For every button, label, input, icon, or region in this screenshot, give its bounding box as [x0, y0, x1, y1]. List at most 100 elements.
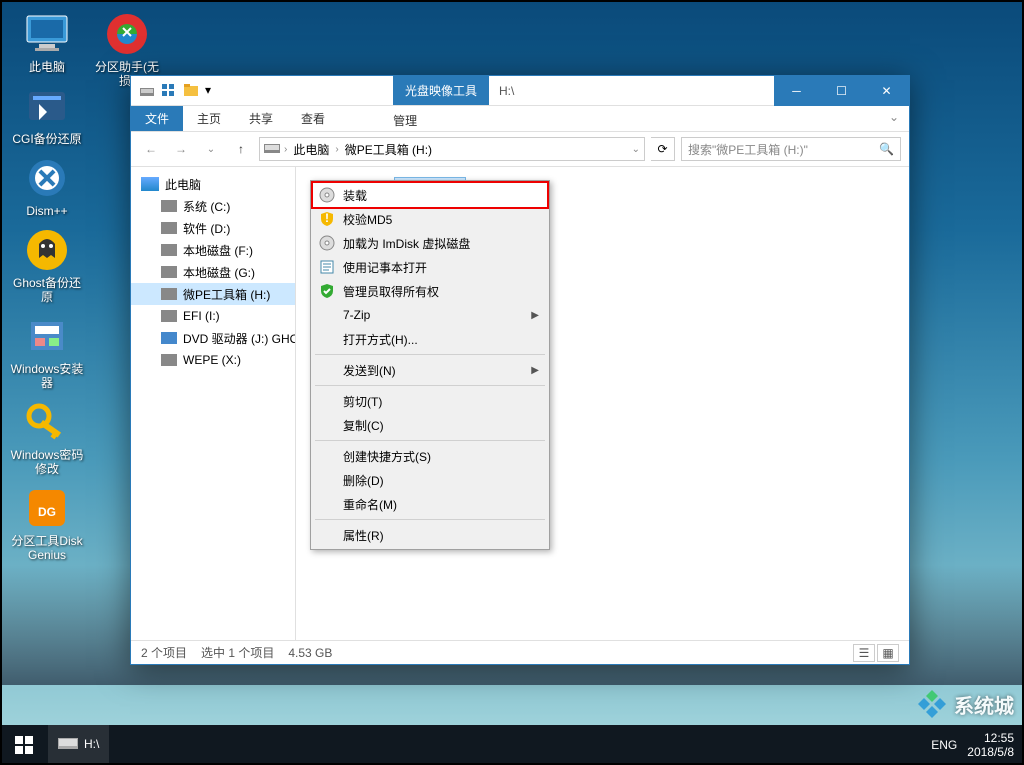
system-tray: ENG 12:55 2018/5/8 [921, 725, 1024, 765]
qat-dropdown-icon[interactable]: ▾ [205, 83, 215, 99]
breadcrumb-current[interactable]: 微PE工具箱 (H:) [343, 141, 434, 158]
ctx-separator [315, 354, 545, 355]
tree-label: 此电脑 [165, 176, 201, 193]
ctx-label: 打开方式(H)... [343, 331, 418, 348]
ctx-separator [315, 385, 545, 386]
maximize-button[interactable]: ☐ [819, 76, 864, 106]
folder-qat-icon[interactable] [183, 83, 199, 99]
desktop-icons: 此电脑 CGI备份还原 Dism++ Ghost备份还原 Windows安装器 … [10, 10, 90, 570]
taskbar: H:\ ENG 12:55 2018/5/8 [0, 725, 1024, 765]
ctx-cut[interactable]: 剪切(T) [313, 389, 547, 413]
svg-text:DG: DG [38, 505, 56, 519]
chevron-icon[interactable]: › [335, 144, 338, 155]
search-input[interactable]: 搜索"微PE工具箱 (H:)" 🔍 [681, 137, 901, 161]
desktop-icon-dism[interactable]: Dism++ [10, 154, 84, 218]
ribbon-home[interactable]: 主页 [183, 106, 235, 131]
search-icon: 🔍 [879, 142, 894, 156]
taskbar-app[interactable]: H:\ [48, 725, 109, 765]
tree-label: 软件 (D:) [183, 220, 230, 237]
ctx-mount[interactable]: 装载 [313, 183, 547, 207]
desktop-icon-password[interactable]: Windows密码修改 [10, 398, 84, 476]
breadcrumb-root[interactable]: 此电脑 [291, 141, 331, 158]
up-button[interactable]: ↑ [229, 137, 253, 161]
watermark-text: 系统城 [954, 690, 1014, 719]
pin-icon[interactable] [161, 83, 177, 99]
search-placeholder: 搜索"微PE工具箱 (H:)" [688, 141, 808, 158]
ctx-md5[interactable]: ! 校验MD5 [313, 207, 547, 231]
desktop-icon-wininstaller[interactable]: Windows安装器 [10, 312, 84, 390]
desktop-icon-ghost[interactable]: Ghost备份还原 [10, 226, 84, 304]
tree-drive-c[interactable]: 系统 (C:) [131, 195, 295, 217]
clock-date: 2018/5/8 [967, 745, 1014, 759]
context-menu: 装载 ! 校验MD5 加载为 ImDisk 虚拟磁盘 使用记事本打开 管理员取得所… [310, 180, 550, 550]
ctx-separator [315, 519, 545, 520]
address-bar[interactable]: › 此电脑 › 微PE工具箱 (H:) ⌄ [259, 137, 645, 161]
ctx-label: 复制(C) [343, 417, 384, 434]
desktop-icon-label: 分区工具DiskGenius [10, 534, 84, 562]
address-dropdown-icon[interactable]: ⌄ [632, 144, 640, 155]
ctx-label: 装载 [343, 187, 367, 204]
refresh-button[interactable]: ⟳ [651, 137, 675, 161]
tree-drive-f[interactable]: 本地磁盘 (F:) [131, 239, 295, 261]
view-icons-button[interactable]: ▦ [877, 644, 899, 662]
start-button[interactable] [0, 725, 48, 765]
ctx-label: 剪切(T) [343, 393, 382, 410]
disc-icon [319, 187, 335, 203]
desktop-icon-diskgenius[interactable]: DG 分区工具DiskGenius [10, 484, 84, 562]
drive-icon [139, 83, 155, 99]
tree-label: 本地磁盘 (F:) [183, 242, 253, 259]
tree-drive-d[interactable]: 软件 (D:) [131, 217, 295, 239]
ctx-label: 校验MD5 [343, 211, 392, 228]
ribbon-view[interactable]: 查看 [287, 106, 339, 131]
status-bar: 2 个项目 选中 1 个项目 4.53 GB ☰ ▦ [131, 640, 909, 664]
taskbar-app-label: H:\ [84, 737, 99, 751]
tree-label: 本地磁盘 (G:) [183, 264, 255, 281]
tree-drive-h[interactable]: 微PE工具箱 (H:) [131, 283, 295, 305]
drive-icon [161, 354, 177, 366]
minimize-button[interactable]: ─ [774, 76, 819, 106]
ribbon-expand-icon[interactable]: ⌄ [879, 106, 909, 131]
ctx-delete[interactable]: 删除(D) [313, 468, 547, 492]
tool-tab[interactable]: 光盘映像工具 [393, 76, 489, 105]
tree-drive-x[interactable]: WEPE (X:) [131, 349, 295, 371]
nav-tree: 此电脑 系统 (C:) 软件 (D:) 本地磁盘 (F:) 本地磁盘 (G:) … [131, 167, 296, 640]
back-button[interactable]: ← [139, 137, 163, 161]
ime-indicator[interactable]: ENG [931, 738, 957, 752]
view-details-button[interactable]: ☰ [853, 644, 875, 662]
ctx-shortcut[interactable]: 创建快捷方式(S) [313, 444, 547, 468]
ctx-imdisk[interactable]: 加载为 ImDisk 虚拟磁盘 [313, 231, 547, 255]
ctx-copy[interactable]: 复制(C) [313, 413, 547, 437]
desktop-icon-label: Windows安装器 [10, 362, 84, 390]
ctx-properties[interactable]: 属性(R) [313, 523, 547, 547]
ctx-sendto[interactable]: 发送到(N)▶ [313, 358, 547, 382]
ctx-label: 创建快捷方式(S) [343, 448, 431, 465]
qat: ▾ [131, 83, 223, 99]
navbar: ← → ⌄ ↑ › 此电脑 › 微PE工具箱 (H:) ⌄ ⟳ 搜索"微PE工具… [131, 131, 909, 167]
ctx-separator [315, 440, 545, 441]
ctx-label: 7-Zip [343, 308, 370, 322]
ribbon-file[interactable]: 文件 [131, 106, 183, 131]
desktop-icon-cgi[interactable]: CGI备份还原 [10, 82, 84, 146]
ctx-notepad[interactable]: 使用记事本打开 [313, 255, 547, 279]
drive-icon [161, 266, 177, 278]
clock[interactable]: 12:55 2018/5/8 [967, 731, 1014, 759]
ctx-label: 属性(R) [343, 527, 384, 544]
tree-drive-i[interactable]: EFI (I:) [131, 305, 295, 327]
ctx-openwith[interactable]: 打开方式(H)... [313, 327, 547, 351]
ctx-rename[interactable]: 重命名(M) [313, 492, 547, 516]
tree-dvd-j[interactable]: DVD 驱动器 (J:) GHOST [131, 327, 295, 349]
close-button[interactable]: ✕ [864, 76, 909, 106]
ribbon-manage[interactable]: 管理 [379, 106, 431, 131]
ctx-7zip[interactable]: 7-Zip▶ [313, 303, 547, 327]
ctx-label: 使用记事本打开 [343, 259, 427, 276]
forward-button[interactable]: → [169, 137, 193, 161]
ctx-admin[interactable]: 管理员取得所有权 [313, 279, 547, 303]
chevron-icon[interactable]: › [284, 144, 287, 155]
tree-root-computer[interactable]: 此电脑 [131, 173, 295, 195]
ribbon-share[interactable]: 共享 [235, 106, 287, 131]
tree-drive-g[interactable]: 本地磁盘 (G:) [131, 261, 295, 283]
desktop-icon-computer[interactable]: 此电脑 [10, 10, 84, 74]
shield-warn-icon: ! [319, 211, 335, 227]
recent-dropdown[interactable]: ⌄ [199, 137, 223, 161]
computer-icon [141, 177, 159, 191]
